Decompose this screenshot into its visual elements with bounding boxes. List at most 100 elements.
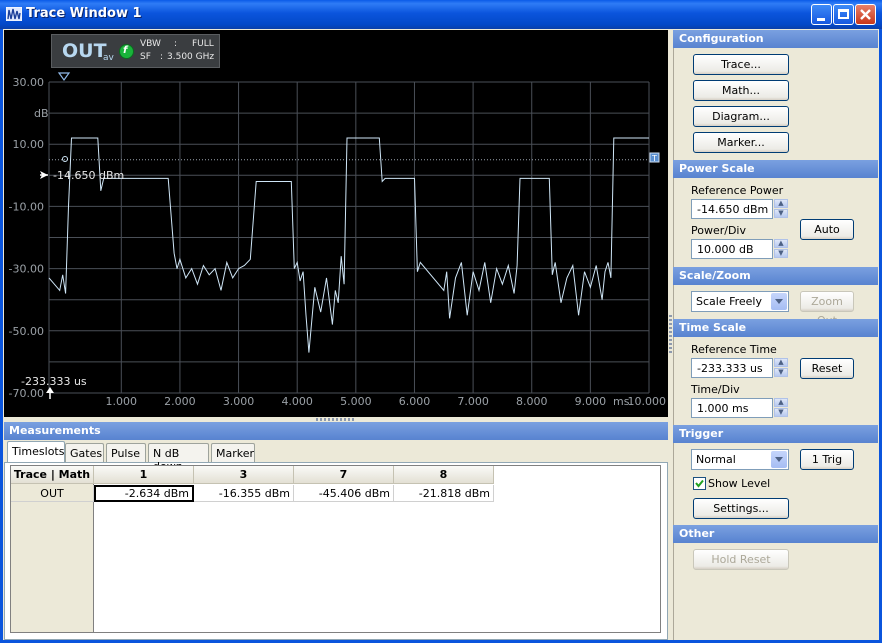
grid	[48, 81, 650, 394]
marker-button[interactable]: Marker...	[693, 132, 789, 153]
tab-gates[interactable]: Gates	[65, 443, 104, 462]
ref-level-label: -14.650 dBm	[53, 169, 124, 182]
one-trig-button[interactable]: 1 Trig	[800, 449, 854, 470]
measurements-title: Measurements	[9, 424, 101, 437]
x-tick-label: 6.000	[399, 395, 431, 408]
table-cell-out-3[interactable]: -16.355 dBm	[194, 485, 294, 502]
readout-trace-sub: av	[103, 53, 114, 63]
table-cell-out-8[interactable]: -21.818 dBm	[394, 485, 494, 502]
close-icon	[860, 9, 871, 20]
x-tick-label: 1.000	[106, 395, 138, 408]
power-div-spinner[interactable]: ▲ ▼	[774, 239, 788, 259]
column-header-8[interactable]: 8	[394, 466, 494, 484]
x-tick-label: 10.000	[628, 395, 667, 408]
y-tick-label: -30.00	[9, 263, 44, 276]
readout-vbw-colon: :	[174, 39, 178, 49]
trigger-header: Trigger	[673, 425, 878, 443]
spin-down-icon[interactable]: ▼	[774, 249, 788, 258]
tab-pulse[interactable]: Pulse	[106, 443, 146, 462]
chevron-down-icon[interactable]	[771, 293, 787, 310]
tab-timeslots[interactable]: Timeslots	[7, 441, 65, 462]
x-tick-label: 2.000	[164, 395, 196, 408]
spin-down-icon[interactable]: ▼	[774, 408, 788, 417]
readout-vbw-value: FULL	[192, 39, 214, 49]
column-header-1[interactable]: 1	[94, 466, 194, 484]
row-header-column	[11, 484, 94, 632]
hold-reset-button[interactable]: Hold Reset	[693, 549, 789, 570]
x-axis-unit: ms	[613, 395, 630, 408]
scale-mode-dropdown[interactable]: Scale Freely	[691, 291, 789, 312]
time-div-spinner[interactable]: ▲ ▼	[774, 398, 788, 418]
close-button[interactable]	[855, 4, 876, 25]
x-tick-label: 8.000	[516, 395, 548, 408]
x-tick-label: 5.000	[340, 395, 372, 408]
trace-chart[interactable]: 1.000 2.000 3.000 4.000 5.000 6.000 7.000 8.000…	[4, 30, 668, 417]
spin-up-icon[interactable]: ▲	[774, 199, 788, 208]
x-tick-label: 9.000	[575, 395, 607, 408]
column-header-7[interactable]: 7	[294, 466, 394, 484]
spin-up-icon[interactable]: ▲	[774, 239, 788, 248]
scale-zoom-header: Scale/Zoom	[673, 267, 878, 285]
x-tick-label: 7.000	[457, 395, 489, 408]
table-cell-out-7[interactable]: -45.406 dBm	[294, 485, 394, 502]
reference-time-field[interactable]: -233.333 us	[691, 358, 773, 378]
readout-sf-label: SF	[140, 52, 151, 62]
readout-sf-value: 3.500 GHz	[167, 52, 215, 62]
x-tick-label: 3.000	[223, 395, 255, 408]
time-scale-header: Time Scale	[673, 319, 878, 337]
time-div-field[interactable]: 1.000 ms	[691, 398, 773, 418]
row-header-out[interactable]: OUT	[11, 485, 94, 502]
window-title: Trace Window 1	[26, 6, 142, 21]
show-level-label[interactable]: Show Level	[708, 477, 770, 490]
vsplitter-grip-icon	[669, 315, 672, 355]
minimize-button[interactable]	[811, 4, 832, 25]
power-scale-header: Power Scale	[673, 160, 878, 178]
reference-time-spinner[interactable]: ▲ ▼	[774, 358, 788, 378]
reset-button[interactable]: Reset	[800, 358, 854, 379]
x-tick-label: 4.000	[281, 395, 313, 408]
show-level-checkbox[interactable]	[693, 477, 706, 490]
minimize-icon	[817, 18, 825, 21]
ref-time-label: -233.333 us	[21, 375, 87, 388]
trigger-settings-button[interactable]: Settings...	[693, 498, 789, 519]
y-tick-label: 30.00	[13, 76, 45, 89]
maximize-button[interactable]	[833, 4, 854, 25]
readout-trace-name: OUT	[62, 40, 107, 62]
timeslots-table[interactable]: Trace | Math 1 3 7 8 OUT -2.634 dBm -16.…	[10, 465, 661, 633]
spin-down-icon[interactable]: ▼	[774, 368, 788, 377]
y-tick-label: -50.00	[9, 325, 44, 338]
configuration-header: Configuration	[673, 30, 878, 48]
spin-up-icon[interactable]: ▲	[774, 398, 788, 407]
y-tick-label: -70.00	[9, 387, 44, 400]
spin-up-icon[interactable]: ▲	[774, 358, 788, 367]
power-div-field[interactable]: 10.000 dB	[691, 239, 773, 259]
power-div-label: Power/Div	[691, 224, 746, 237]
app-icon	[6, 7, 22, 21]
trace-series-out	[48, 137, 649, 353]
spin-down-icon[interactable]: ▼	[774, 209, 788, 218]
tick-labels: 1.000 2.000 3.000 4.000 5.000 6.000 7.000 8.000…	[9, 76, 666, 408]
column-header-trace-math[interactable]: Trace | Math	[11, 466, 94, 484]
diagram-button[interactable]: Diagram...	[693, 106, 789, 127]
zoom-out-button[interactable]: Zoom Out	[800, 291, 854, 327]
table-cell-out-1[interactable]: -2.634 dBm	[94, 485, 194, 502]
trace-point-marker	[62, 156, 68, 162]
auto-button[interactable]: Auto	[800, 219, 854, 240]
other-header: Other	[673, 525, 878, 543]
trigger-position-marker-icon[interactable]	[57, 72, 71, 82]
math-button[interactable]: Math...	[693, 80, 789, 101]
time-div-label: Time/Div	[691, 383, 740, 396]
trace-readout-box: OUT av f VBW : FULL SF : 3.500 GHz	[51, 34, 220, 68]
reference-power-label: Reference Power	[691, 184, 784, 197]
reference-time-label: Reference Time	[691, 343, 777, 356]
chevron-down-icon[interactable]	[771, 451, 787, 468]
trigger-mode-dropdown[interactable]: Normal	[691, 449, 789, 470]
tab-n-db-down[interactable]: N dB down	[148, 443, 209, 473]
column-header-3[interactable]: 3	[194, 466, 294, 484]
trace-button[interactable]: Trace...	[693, 54, 789, 75]
tab-marker[interactable]: Marker	[211, 443, 255, 462]
reference-power-spinner[interactable]: ▲ ▼	[774, 199, 788, 219]
reference-power-field[interactable]: -14.650 dBm	[691, 199, 773, 219]
y-tick-label: 10.00	[13, 138, 45, 151]
readout-vbw-label: VBW	[140, 39, 161, 49]
